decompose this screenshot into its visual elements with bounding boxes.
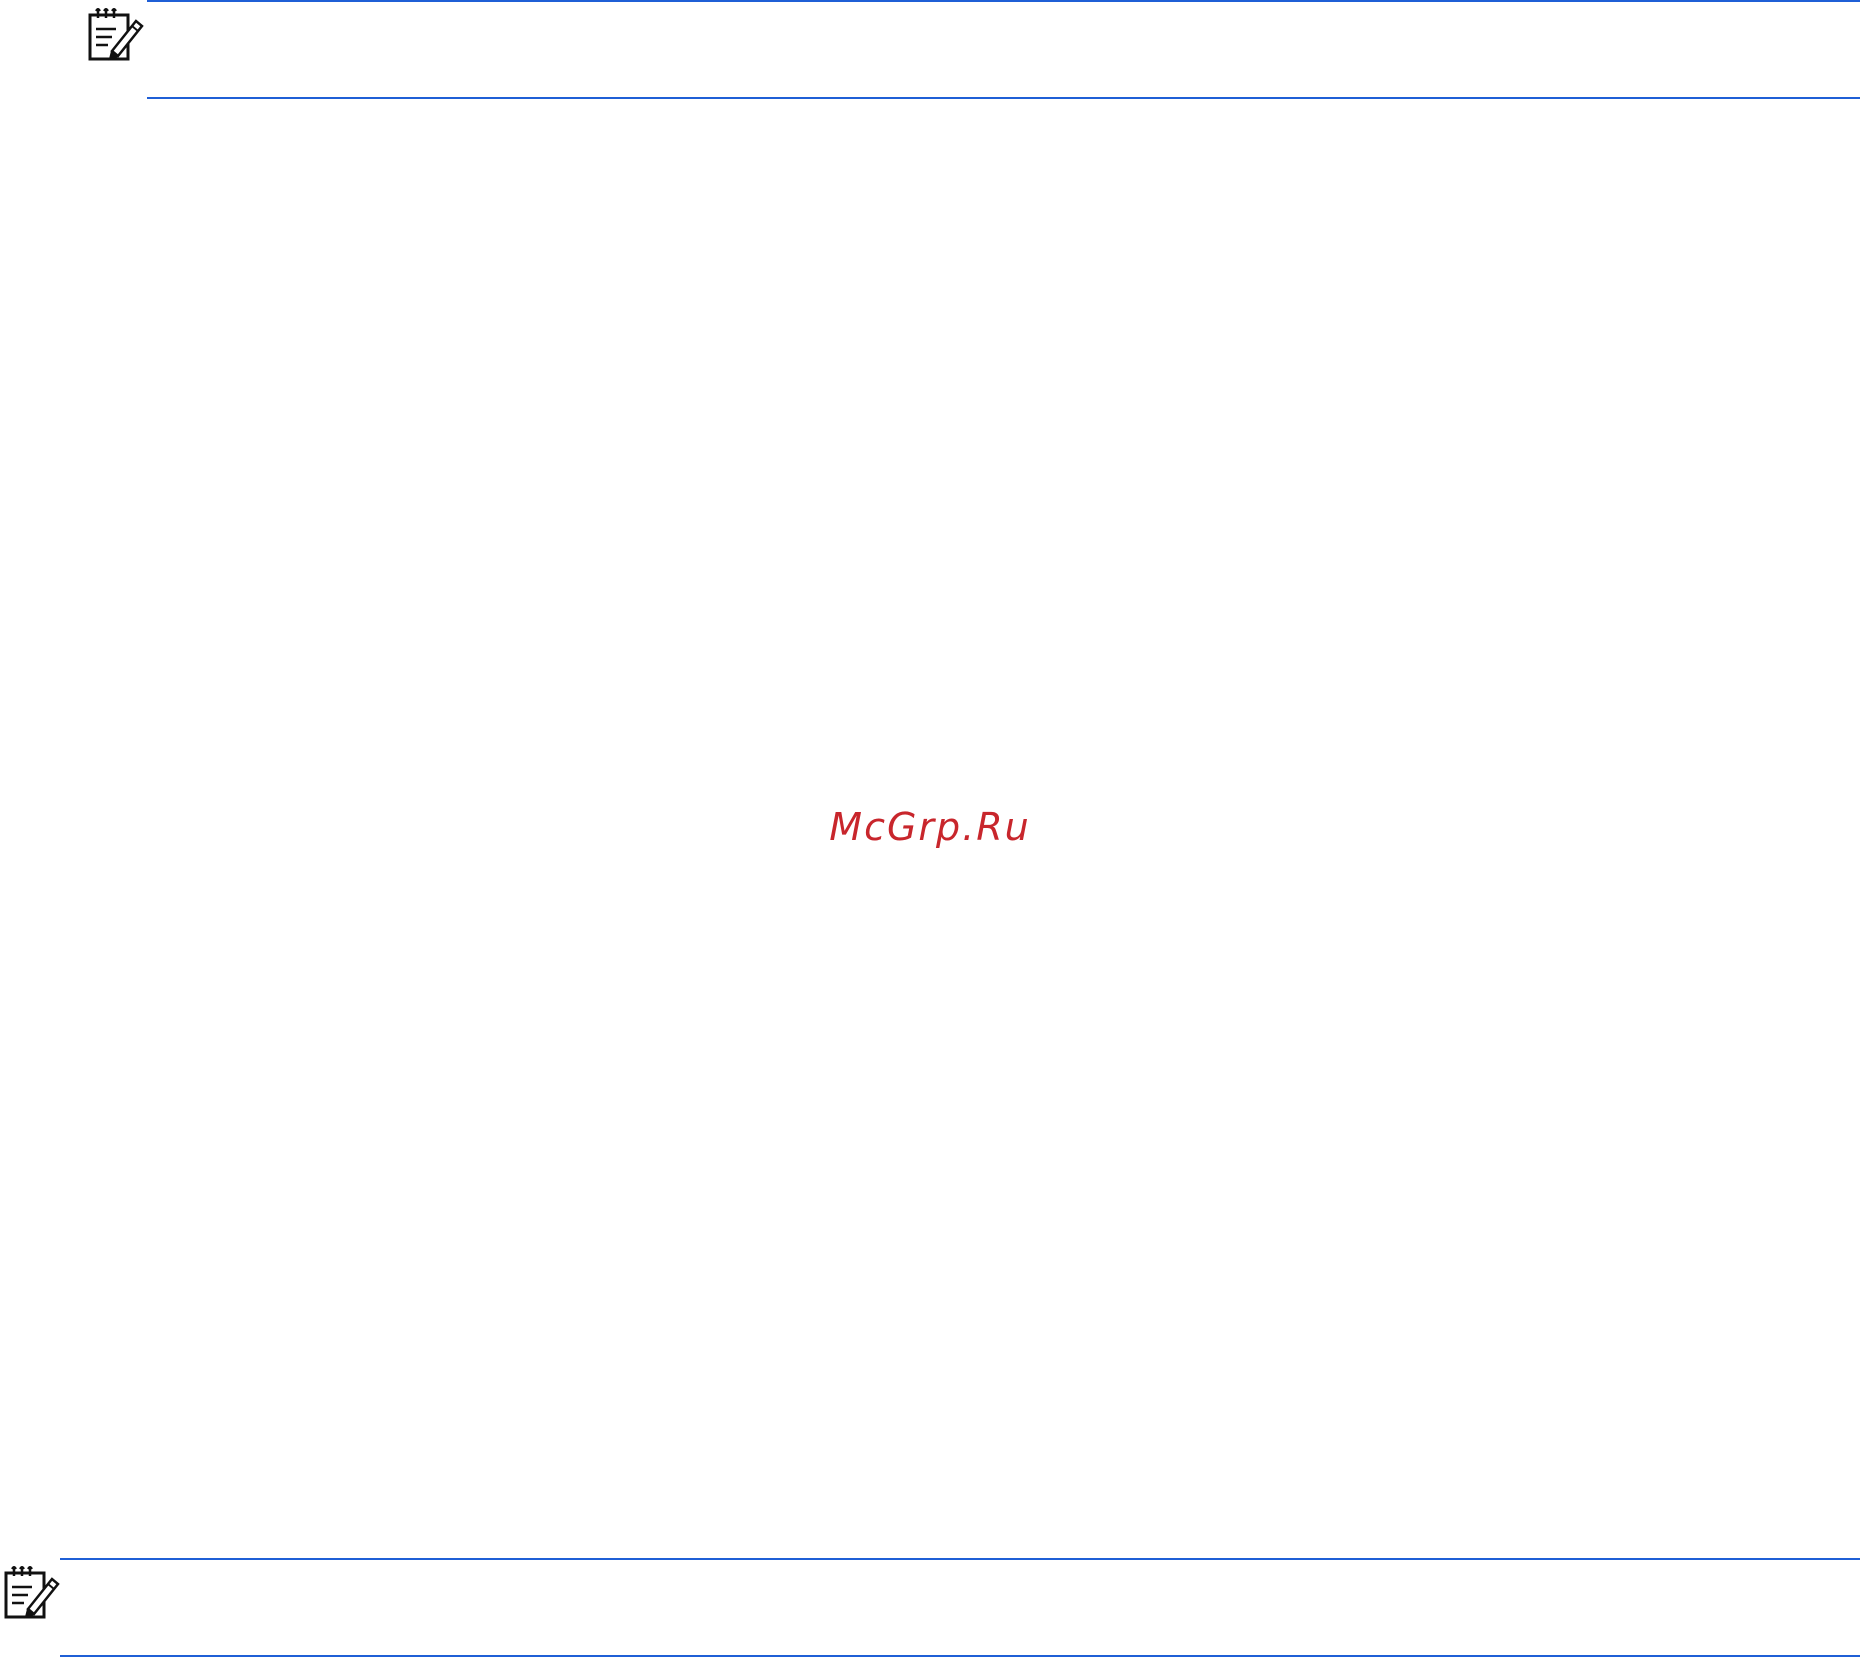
note-bottom-rule-bottom <box>60 1655 1860 1657</box>
note-top-rule-bottom <box>147 97 1860 99</box>
note-pencil-icon <box>0 1563 60 1623</box>
note-pencil-icon <box>84 5 144 65</box>
note-bottom-rule <box>60 1558 1860 1560</box>
watermark-text: McGrp.Ru <box>829 805 1031 849</box>
note-top-rule <box>147 0 1860 2</box>
